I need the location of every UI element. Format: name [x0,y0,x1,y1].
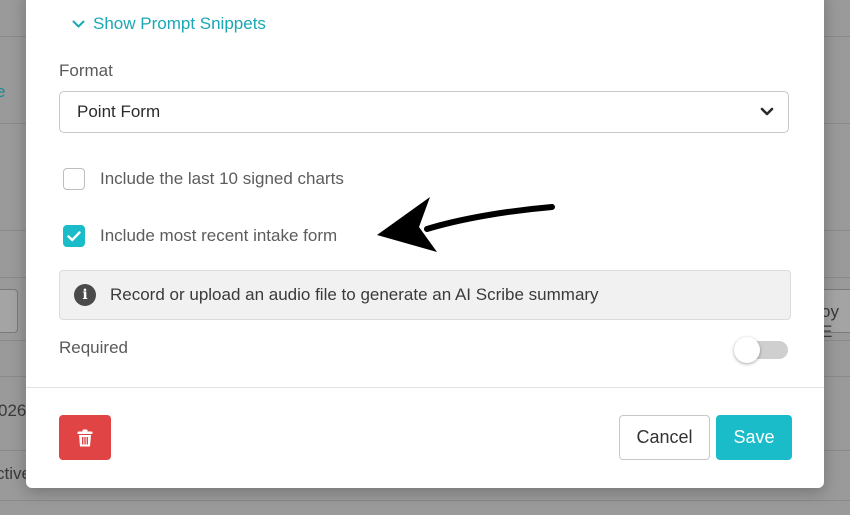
show-prompt-snippets-toggle[interactable]: Show Prompt Snippets [72,14,266,34]
annotation-arrow [377,197,555,252]
required-toggle-knob [734,337,760,363]
chevron-down-icon [72,20,85,27]
background-divider [0,500,850,501]
include-intake-form-option[interactable]: Include most recent intake form [63,225,337,247]
background-link: e [0,82,6,101]
trash-icon [77,429,93,446]
required-toggle[interactable] [734,337,790,363]
cancel-button[interactable]: Cancel [619,415,710,460]
format-label: Format [59,61,113,80]
background-button [0,289,18,333]
include-intake-form-checkbox[interactable] [63,225,85,247]
background-text: 026 [0,401,27,420]
include-intake-form-label: Include most recent intake form [100,226,338,245]
delete-button[interactable] [59,415,111,460]
show-prompt-snippets-label: Show Prompt Snippets [93,14,266,33]
chevron-down-icon [760,107,774,116]
include-signed-charts-label: Include the last 10 signed charts [100,169,344,188]
info-icon: i [74,284,96,306]
info-notice-text: Record or upload an audio file to genera… [110,285,599,304]
include-signed-charts-option[interactable]: Include the last 10 signed charts [63,168,344,190]
checkmark-icon [67,230,81,241]
format-select[interactable]: Point Form [59,91,789,133]
save-button[interactable]: Save [716,415,792,460]
format-select-value: Point Form [77,102,161,121]
background-text: oy E [821,302,839,341]
required-label: Required [59,338,128,357]
info-notice: i Record or upload an audio file to gene… [59,270,791,320]
footer-divider [26,387,824,388]
include-signed-charts-checkbox[interactable] [63,168,85,190]
